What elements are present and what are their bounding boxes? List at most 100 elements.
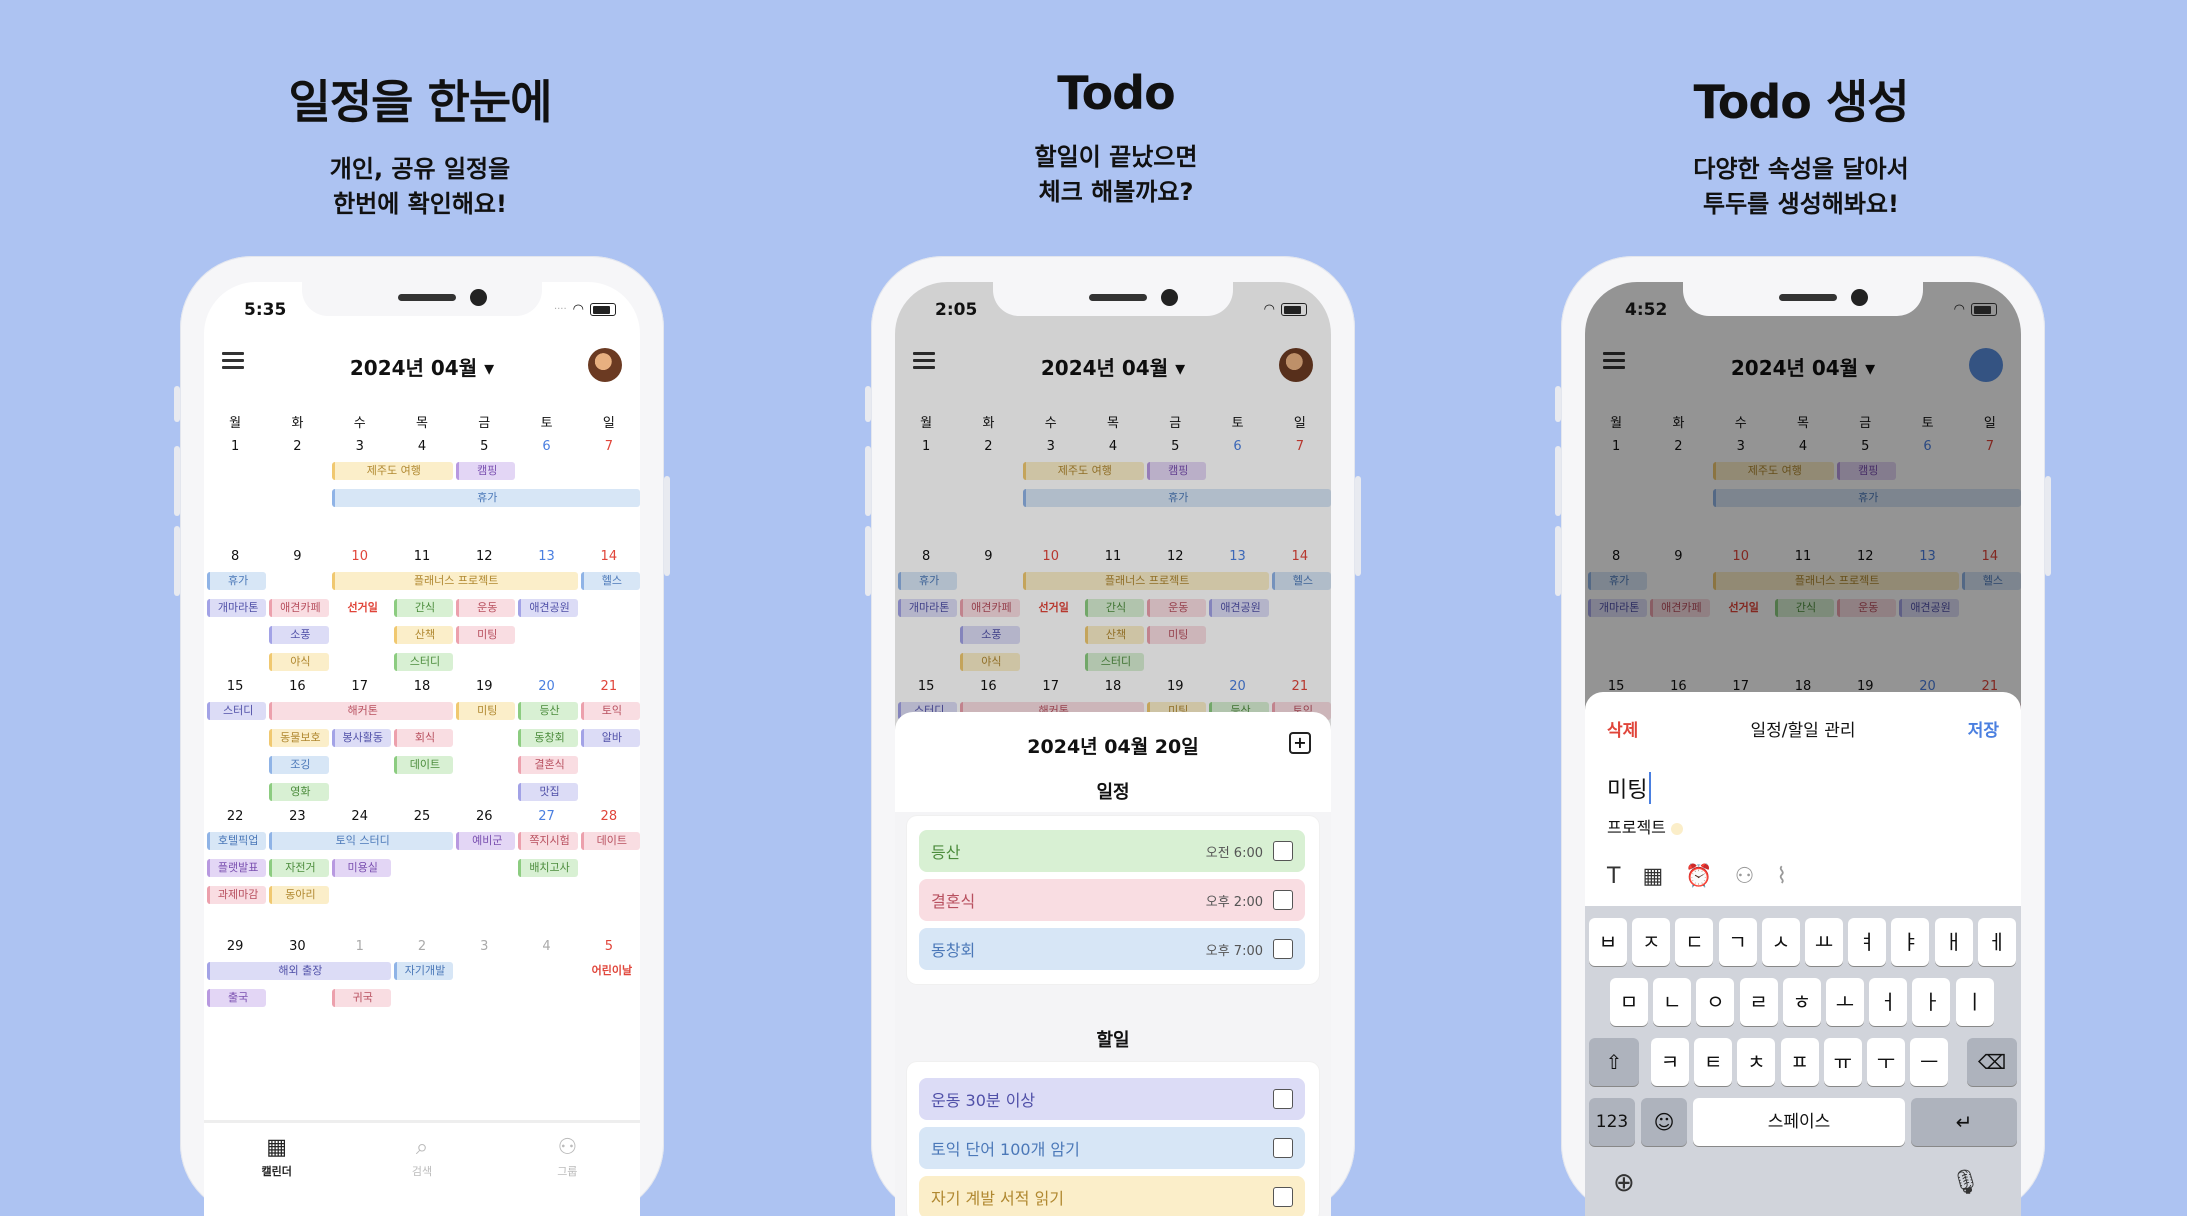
key[interactable]: ㄱ: [1718, 918, 1757, 966]
key[interactable]: ㅏ: [1912, 978, 1951, 1026]
date-cell[interactable]: 5: [453, 439, 515, 454]
tab-calendar[interactable]: ▦ 캘린더: [204, 1123, 349, 1216]
key[interactable]: ㅎ: [1782, 978, 1821, 1026]
calendar-event[interactable]: 운동: [456, 599, 516, 617]
calendar-icon[interactable]: ▦: [1642, 864, 1663, 889]
microphone-icon[interactable]: 🎙: [1951, 1168, 1981, 1196]
key[interactable]: ㄹ: [1739, 978, 1778, 1026]
month-selector[interactable]: 2024년 04월 ▾: [204, 352, 640, 381]
date-cell[interactable]: 19: [453, 679, 515, 694]
date-cell[interactable]: 21: [578, 679, 640, 694]
calendar-event[interactable]: 회식: [393, 729, 454, 747]
checkbox[interactable]: [1273, 841, 1293, 861]
calendar-event[interactable]: 동창회: [518, 729, 578, 747]
calendar-event[interactable]: 예비군: [456, 832, 516, 850]
key[interactable]: ㅠ: [1823, 1038, 1862, 1086]
calendar-event[interactable]: 쪽지시험: [518, 832, 578, 850]
date-cell[interactable]: 20: [515, 679, 577, 694]
date-cell[interactable]: 6: [515, 439, 577, 454]
key[interactable]: ㅊ: [1737, 1038, 1776, 1086]
people-icon[interactable]: ⚇: [1735, 864, 1755, 889]
schedule-item[interactable]: 결혼식 오후 2:00: [919, 879, 1305, 921]
key[interactable]: ㅍ: [1780, 1038, 1819, 1086]
key[interactable]: ㄷ: [1675, 918, 1714, 966]
date-cell[interactable]: 28: [578, 809, 640, 824]
key[interactable]: ㅇ: [1696, 978, 1735, 1026]
globe-icon[interactable]: ⊕: [1613, 1168, 1635, 1198]
date-cell[interactable]: 12: [453, 549, 515, 564]
calendar-event[interactable]: 등산: [518, 702, 578, 720]
emoji-key[interactable]: ☺: [1641, 1098, 1687, 1146]
calendar-event[interactable]: 개마라톤: [207, 599, 267, 617]
date-cell[interactable]: 11: [391, 549, 453, 564]
calendar-event[interactable]: 배치고사: [518, 859, 578, 877]
date-cell[interactable]: 26: [453, 809, 515, 824]
alarm-icon[interactable]: ⏰: [1685, 864, 1712, 889]
calendar-event[interactable]: 플랫발표: [207, 859, 267, 877]
key[interactable]: ㅛ: [1805, 918, 1843, 966]
calendar-event[interactable]: 데이트: [580, 832, 640, 850]
date-cell[interactable]: 13: [515, 549, 577, 564]
date-cell[interactable]: 22: [204, 809, 266, 824]
calendar-event[interactable]: 휴가: [331, 489, 640, 507]
return-key[interactable]: ↵: [1911, 1098, 2017, 1146]
calendar-event[interactable]: 결혼식: [518, 756, 578, 774]
project-selector[interactable]: 프로젝트: [1607, 814, 1683, 838]
calendar-event[interactable]: 해외 출장: [207, 962, 391, 980]
calendar-event[interactable]: 선거일: [332, 599, 391, 617]
key[interactable]: ㅔ: [1977, 918, 2016, 966]
key[interactable]: ㅅ: [1761, 918, 1800, 966]
shift-key[interactable]: ⇧: [1589, 1038, 1639, 1086]
date-cell[interactable]: 3: [453, 939, 515, 954]
calendar-event[interactable]: 호텔픽업: [207, 832, 267, 850]
calendar-event[interactable]: 스터디: [393, 653, 454, 671]
key[interactable]: ㅌ: [1694, 1038, 1733, 1086]
calendar-event[interactable]: 미용실: [331, 859, 391, 877]
paperclip-icon[interactable]: ⌇: [1776, 864, 1787, 889]
space-key[interactable]: 스페이스: [1693, 1098, 1905, 1146]
key[interactable]: ㅗ: [1826, 978, 1864, 1026]
date-cell[interactable]: 3: [329, 439, 391, 454]
date-cell[interactable]: 30: [266, 939, 328, 954]
date-cell[interactable]: 18: [391, 679, 453, 694]
calendar-event[interactable]: 동물보호: [269, 729, 329, 747]
calendar-event[interactable]: 미팅: [456, 626, 516, 644]
date-cell[interactable]: 16: [266, 679, 328, 694]
key[interactable]: ㅡ: [1910, 1038, 1949, 1086]
checkbox[interactable]: [1273, 890, 1293, 910]
checkbox[interactable]: [1273, 939, 1293, 959]
calendar-event[interactable]: 동아리: [269, 886, 329, 904]
date-cell[interactable]: 1: [204, 439, 266, 454]
calendar-event[interactable]: 간식: [393, 599, 454, 617]
date-cell[interactable]: 29: [204, 939, 266, 954]
tab-group[interactable]: ⚇ 그룹: [495, 1123, 640, 1216]
date-cell[interactable]: 23: [266, 809, 328, 824]
save-button[interactable]: 저장: [1968, 716, 1999, 741]
calendar-event[interactable]: 알바: [580, 729, 640, 747]
date-cell[interactable]: 2: [391, 939, 453, 954]
date-cell[interactable]: 17: [329, 679, 391, 694]
calendar-event[interactable]: 데이트: [393, 756, 454, 774]
date-cell[interactable]: 14: [578, 549, 640, 564]
calendar-event[interactable]: 스터디: [207, 702, 267, 720]
date-cell[interactable]: 10: [329, 549, 391, 564]
calendar-event[interactable]: 플래너스 프로젝트: [331, 572, 578, 590]
backspace-key[interactable]: ⌫: [1967, 1038, 2017, 1086]
key[interactable]: ㅁ: [1610, 978, 1648, 1026]
calendar-event[interactable]: 영화: [269, 783, 329, 801]
key[interactable]: ㅑ: [1891, 918, 1930, 966]
calendar-event[interactable]: 맛집: [518, 783, 578, 801]
calendar-event[interactable]: 출국: [207, 989, 267, 1007]
calendar-event[interactable]: 해커톤: [269, 702, 454, 720]
calendar-event[interactable]: 캠핑: [456, 462, 516, 480]
key[interactable]: ㅋ: [1651, 1038, 1689, 1086]
schedule-item[interactable]: 동창회 오후 7:00: [919, 928, 1305, 970]
key[interactable]: ㅕ: [1848, 918, 1887, 966]
date-cell[interactable]: 4: [515, 939, 577, 954]
calendar-event[interactable]: 과제마감: [207, 886, 267, 904]
todo-item[interactable]: 자기 계발 서적 읽기: [919, 1176, 1305, 1216]
calendar-event[interactable]: 애견카페: [269, 599, 329, 617]
calendar-event[interactable]: 귀국: [331, 989, 391, 1007]
calendar-event[interactable]: 산책: [393, 626, 454, 644]
key[interactable]: ㅜ: [1867, 1038, 1905, 1086]
